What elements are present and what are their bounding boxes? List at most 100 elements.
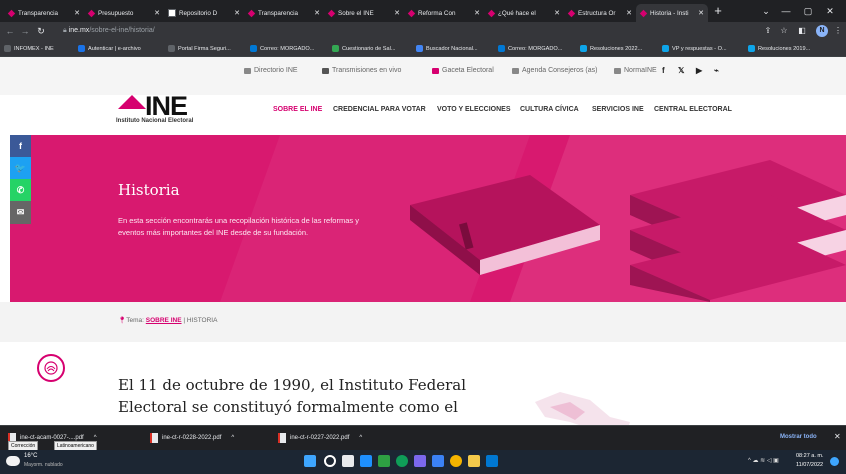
facebook-share-icon[interactable]: f: [10, 135, 31, 157]
calendar-icon: [512, 67, 519, 74]
bookmark-favicon-icon: [168, 45, 175, 52]
url-input[interactable]: 🔒︎ ine.mx/sobre-el-ine/historia/: [63, 24, 743, 38]
transmisiones-link[interactable]: Transmisiones en vivo: [322, 67, 401, 74]
agenda-link[interactable]: Agenda Consejeros (as): [512, 67, 598, 74]
clock-time[interactable]: 08:27 a. m.: [796, 453, 824, 459]
rss-icon[interactable]: ⌁: [714, 66, 719, 75]
reload-icon[interactable]: ↻: [35, 25, 47, 37]
youtube-icon[interactable]: ▶: [696, 66, 702, 75]
twitter-share-icon[interactable]: 🐦: [10, 157, 31, 179]
close-icon[interactable]: ✕: [234, 9, 240, 17]
bookmark-item[interactable]: Autenticar | e-archivo: [78, 43, 141, 54]
directorio-link[interactable]: Directorio INE: [244, 67, 298, 74]
tab[interactable]: Presupuesto ✕: [84, 4, 164, 22]
close-icon[interactable]: ✕: [554, 9, 560, 17]
edge-icon[interactable]: [396, 455, 408, 467]
twitter-icon[interactable]: 𝕏: [678, 66, 684, 75]
share-icon[interactable]: ⇪: [762, 25, 774, 37]
scale-icon: [614, 67, 621, 74]
outlook-icon[interactable]: [486, 455, 498, 467]
bookmark-item[interactable]: Cuestionario de Sal...: [332, 43, 395, 54]
ine-logo-icon: [118, 95, 146, 109]
chevron-up-icon[interactable]: ^: [359, 435, 362, 441]
chrome-icon[interactable]: [450, 455, 462, 467]
tab[interactable]: Transparencia ✕: [4, 4, 84, 22]
system-tray-icons[interactable]: ^ ☁ ≋ ◁ ▣: [748, 457, 779, 464]
menu-servicios-ine[interactable]: SERVICIOS INE: [592, 106, 644, 113]
bookmark-star-icon[interactable]: ☆: [778, 25, 790, 37]
menu-central-electoral[interactable]: CENTRAL ELECTORAL: [654, 106, 732, 113]
maximize-button[interactable]: ▢: [798, 3, 818, 19]
menu-voto-elecciones[interactable]: VOTO Y ELECCIONES: [437, 106, 511, 113]
weather-temp[interactable]: 16°C: [24, 453, 37, 459]
sidebar-icon[interactable]: ◧: [796, 25, 808, 37]
bookmark-item[interactable]: Correo: MORGADO...: [498, 43, 562, 54]
menu-dots-icon[interactable]: ⋮: [832, 25, 844, 37]
bookmark-item[interactable]: Correo: MORGADO...: [250, 43, 314, 54]
tab[interactable]: Sobre el INE ✕: [324, 4, 404, 22]
email-share-icon[interactable]: ✉: [10, 201, 31, 224]
gaceta-link[interactable]: Gaceta Electoral: [432, 67, 494, 74]
file-explorer-icon[interactable]: [468, 455, 480, 467]
excel-icon[interactable]: [378, 455, 390, 467]
task-view-icon[interactable]: [342, 455, 354, 467]
bookmark-favicon-icon: [332, 45, 339, 52]
tab[interactable]: Transparencia ✕: [244, 4, 324, 22]
pdf-file-icon: [278, 433, 286, 443]
menu-credencial[interactable]: CREDENCIAL PARA VOTAR: [333, 106, 426, 113]
close-icon[interactable]: ✕: [154, 9, 160, 17]
menu-cultura-civica[interactable]: CULTURA CÍVICA: [520, 106, 579, 113]
close-icon[interactable]: ✕: [834, 432, 841, 441]
tab[interactable]: Reforma Con ✕: [404, 4, 484, 22]
bookmark-item[interactable]: INFOMEX - INE: [4, 43, 54, 54]
bookmark-item[interactable]: Portal Firma Seguri...: [168, 43, 231, 54]
profile-avatar[interactable]: N: [816, 25, 828, 37]
bookmark-favicon-icon: [78, 45, 85, 52]
menu-sobre-el-ine[interactable]: SOBRE EL INE: [273, 106, 322, 113]
teams-chat-icon[interactable]: [414, 455, 426, 467]
close-icon[interactable]: ✕: [314, 9, 320, 17]
chevron-up-icon[interactable]: ^: [231, 435, 234, 441]
bookmark-favicon-icon: [748, 45, 755, 52]
whatsapp-share-icon[interactable]: ✆: [10, 179, 31, 201]
bookmark-item[interactable]: Buscador Nacional...: [416, 43, 478, 54]
new-tab-button[interactable]: +: [710, 3, 726, 19]
tab[interactable]: Estructura Or ✕: [564, 4, 636, 22]
close-icon[interactable]: ✕: [698, 9, 704, 17]
close-icon[interactable]: ✕: [394, 9, 400, 17]
breadcrumb-link[interactable]: SOBRE INE: [146, 317, 182, 324]
close-icon[interactable]: ✕: [474, 9, 480, 17]
tab-active[interactable]: Historia - Insti ✕: [636, 4, 708, 22]
close-icon[interactable]: ✕: [626, 9, 632, 17]
forward-arrow-icon[interactable]: →: [19, 25, 31, 37]
bookmark-item[interactable]: Resoluciones 2022...: [580, 43, 642, 54]
teams-icon[interactable]: [360, 455, 372, 467]
ine-favicon-icon: [327, 9, 336, 17]
document-favicon-icon: [168, 9, 176, 17]
hero-banner: Historia En esta sección encontrarás una…: [10, 135, 846, 302]
close-icon[interactable]: ✕: [74, 9, 80, 17]
normaine-link[interactable]: NormaINE: [614, 67, 657, 74]
minimize-button[interactable]: —: [776, 3, 796, 19]
tab[interactable]: ¿Qué hace el ✕: [484, 4, 564, 22]
ine-favicon-icon: [247, 9, 256, 17]
ine-favicon-icon: [7, 9, 16, 17]
settings-icon[interactable]: [432, 455, 444, 467]
bookmark-item[interactable]: VP y respuestas - O...: [662, 43, 727, 54]
tab[interactable]: Repositorio D ✕: [164, 4, 244, 22]
download-item[interactable]: ine-ct-r-0228-2022.pdf ^: [150, 430, 270, 446]
history-circle-icon: [37, 354, 65, 382]
facebook-icon[interactable]: f: [662, 66, 665, 75]
download-item[interactable]: ine-ct-r-0227-2022.pdf ^: [278, 430, 398, 446]
bookmark-item[interactable]: Resoluciones 2019...: [748, 43, 810, 54]
address-bar-row: ← → ↻ 🔒︎ ine.mx/sobre-el-ine/historia/ ⇪…: [0, 22, 846, 40]
notification-icon[interactable]: [830, 457, 839, 466]
search-icon[interactable]: [324, 455, 336, 467]
windows-start-icon[interactable]: [304, 455, 316, 467]
ine-favicon-icon: [567, 9, 576, 17]
close-window-button[interactable]: ✕: [820, 3, 840, 19]
history-paragraph: El 11 de octubre de 1990, el Instituto F…: [118, 376, 467, 416]
tab-search-icon[interactable]: ⌄: [756, 3, 776, 19]
back-arrow-icon[interactable]: ←: [4, 25, 16, 37]
show-all-downloads-button[interactable]: Mostrar todo: [780, 434, 817, 440]
